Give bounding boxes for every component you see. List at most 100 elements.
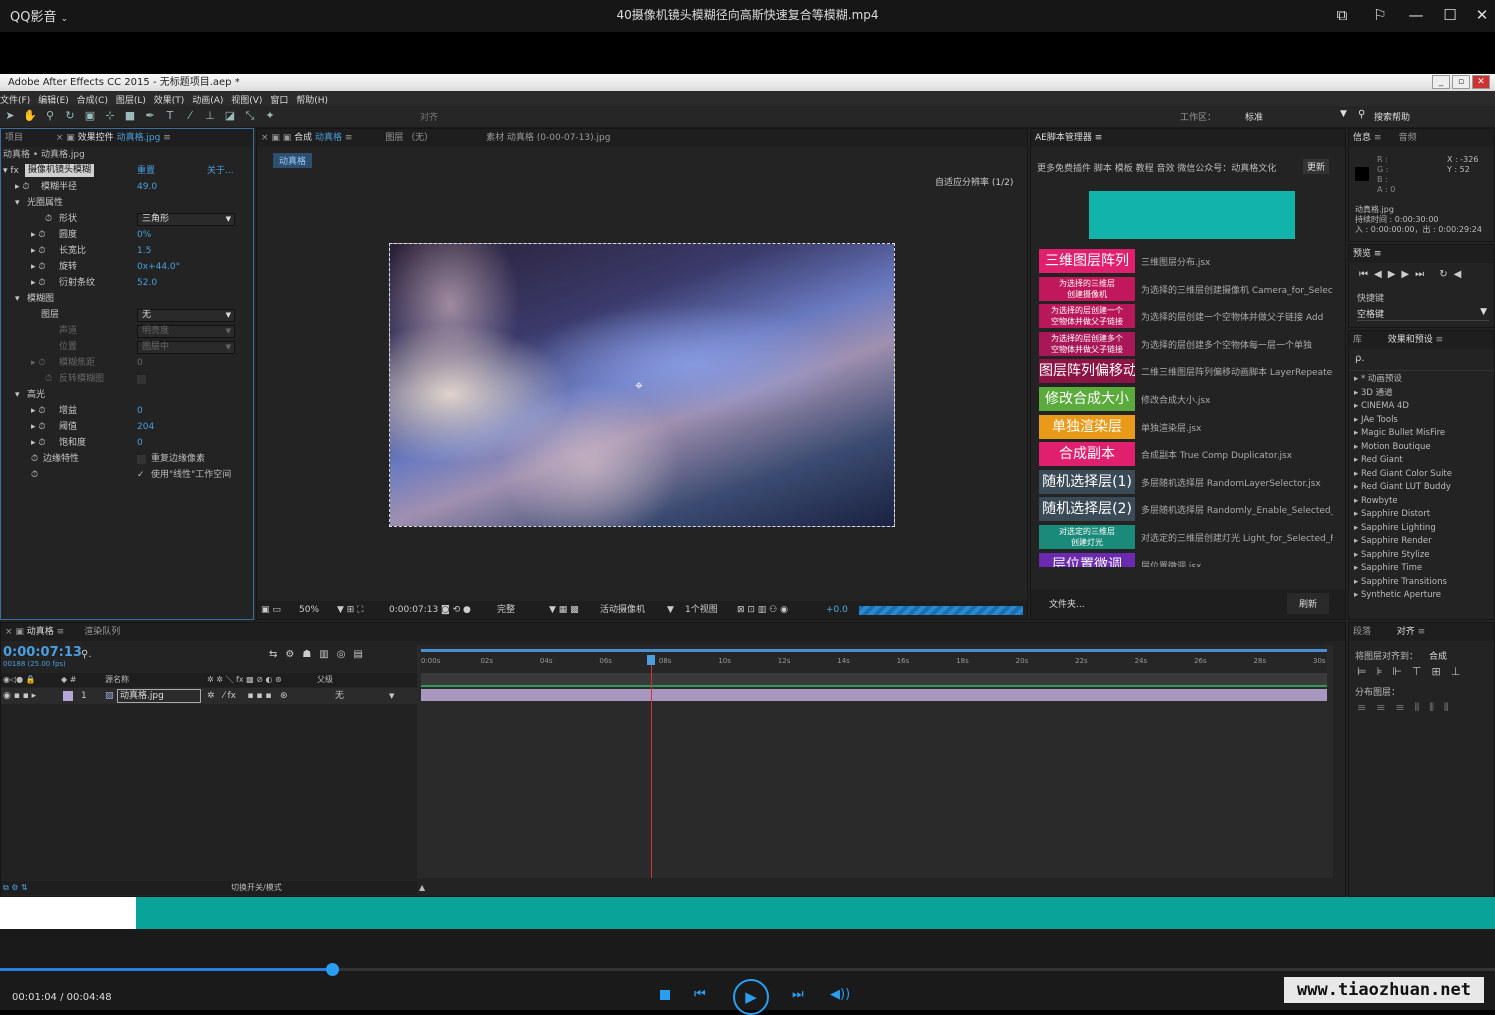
- rotation-value[interactable]: 0x+44.0°: [137, 259, 180, 275]
- effects-category[interactable]: ▸ JAe Tools: [1349, 414, 1494, 428]
- seek-bar[interactable]: [0, 968, 1495, 971]
- group-highlight[interactable]: ▾ 高光: [1, 387, 253, 403]
- pen-tool-icon[interactable]: ✒: [143, 109, 157, 123]
- script-button[interactable]: 修改合成大小: [1039, 386, 1135, 411]
- layer-label-color[interactable]: [63, 691, 73, 701]
- tab-paragraph[interactable]: 段落: [1353, 627, 1371, 637]
- effects-category[interactable]: ▸ Red Giant LUT Buddy: [1349, 481, 1494, 495]
- camera-select[interactable]: 活动摄像机: [600, 601, 645, 619]
- effect-name[interactable]: 摄像机镜头模糊: [25, 164, 95, 177]
- zoom-tool-icon[interactable]: ⚲: [43, 109, 57, 123]
- timeline-timecode[interactable]: 0:00:07:13: [3, 645, 82, 660]
- reset-link[interactable]: 重置: [137, 163, 155, 179]
- tab-info[interactable]: 信息: [1353, 133, 1371, 143]
- tab-layer[interactable]: 图层 （无）: [385, 133, 433, 143]
- menu-effect[interactable]: 效果(T): [154, 93, 185, 106]
- chevron-down-icon[interactable]: ▼: [389, 688, 394, 704]
- minimize-icon[interactable]: —: [1402, 3, 1430, 27]
- effects-category[interactable]: ▸ Red Giant Color Suite: [1349, 468, 1494, 482]
- menu-layer[interactable]: 图层(L): [116, 93, 146, 106]
- script-button[interactable]: 随机选择层(2): [1039, 497, 1135, 522]
- quality-select[interactable]: 完整: [497, 601, 515, 619]
- menu-file[interactable]: 文件(F): [0, 93, 30, 106]
- update-button[interactable]: 更新: [1303, 159, 1330, 174]
- tab-library[interactable]: 库: [1353, 335, 1362, 345]
- threshold-value[interactable]: 204: [137, 419, 154, 435]
- tab-audio[interactable]: 音频: [1399, 133, 1417, 143]
- tab-composition[interactable]: 合成: [294, 133, 312, 143]
- menu-edit[interactable]: 编辑(E): [38, 93, 69, 106]
- snapping-label[interactable]: 对齐: [420, 110, 438, 123]
- effects-category[interactable]: ▸ Sapphire Lighting: [1349, 522, 1494, 536]
- script-button[interactable]: 单独渲染层: [1039, 414, 1135, 439]
- aspect-value[interactable]: 1.5: [137, 243, 151, 259]
- tab-align[interactable]: 对齐: [1397, 627, 1415, 637]
- snapshot-icon[interactable]: ◙ ⟲ ●: [441, 601, 471, 619]
- layer-row[interactable]: ◉ ▪ ▪ ▸ 1 ▧ 动真格.jpg ✲ ⁄ fx ▪ ▪ ▪ ⊛ 无 ▼: [1, 688, 417, 704]
- exposure-value[interactable]: +0.0: [826, 601, 848, 619]
- tab-render-queue[interactable]: 渲染队列: [84, 627, 120, 637]
- refresh-button[interactable]: 刷新: [1287, 593, 1330, 614]
- comp-flowchart-icon[interactable]: ⧉ ⚙ ⇅: [3, 881, 28, 895]
- playhead-handle[interactable]: [646, 655, 655, 665]
- tab-timeline-comp[interactable]: 动真格: [27, 627, 54, 637]
- layer-name[interactable]: 动真格.jpg: [117, 689, 201, 703]
- tab-effect-controls[interactable]: 效果控件: [78, 133, 114, 143]
- shortcut-select[interactable]: 空格键 ▼: [1357, 307, 1489, 321]
- previous-icon[interactable]: ⏮: [694, 987, 706, 1002]
- effects-category[interactable]: ▸ 3D 通道: [1349, 387, 1494, 401]
- edge-checkbox[interactable]: [137, 455, 146, 464]
- col-parent[interactable]: 父级: [317, 673, 333, 687]
- saturation-value[interactable]: 0: [137, 435, 143, 451]
- search-icon[interactable]: ⚲.: [81, 649, 92, 660]
- script-button[interactable]: 为选择的层创建一个 空物体并做父子链接: [1039, 304, 1135, 329]
- effects-category[interactable]: ▸ Sapphire Transitions: [1349, 576, 1494, 590]
- script-button[interactable]: 合成副本: [1039, 442, 1135, 467]
- next-icon[interactable]: ⏭: [792, 987, 804, 1002]
- effects-category[interactable]: ▸ Sapphire Distort: [1349, 508, 1494, 522]
- pin-icon[interactable]: ⚐: [1366, 3, 1394, 27]
- stop-icon[interactable]: [660, 990, 670, 1000]
- brush-tool-icon[interactable]: ⁄: [183, 109, 197, 123]
- toggle-switches-modes[interactable]: 切换开关/模式: [231, 881, 282, 895]
- layer-duration-bar[interactable]: [421, 689, 1327, 701]
- chevron-down-icon[interactable]: ▼: [667, 601, 674, 619]
- script-button[interactable]: 对选定的三维层 创建灯光: [1039, 524, 1135, 549]
- views-select[interactable]: 1个视图: [685, 601, 718, 619]
- distribute-buttons[interactable]: ≡≡≡⫴⫴⫴: [1357, 701, 1459, 715]
- work-area-bar[interactable]: [421, 649, 1327, 652]
- tab-footage[interactable]: 素材 动真格 (0-00-07-13).jpg: [486, 133, 610, 143]
- tab-effects-presets[interactable]: 效果和预设: [1388, 335, 1433, 345]
- gain-value[interactable]: 0: [137, 403, 143, 419]
- effects-search-input[interactable]: ρ.: [1349, 349, 1494, 371]
- script-button[interactable]: 为选择的三维层 创建摄像机: [1039, 276, 1135, 301]
- zoom-select[interactable]: 50%: [299, 601, 319, 619]
- clone-stamp-icon[interactable]: ⊥: [203, 109, 217, 123]
- parent-select[interactable]: 无: [335, 688, 344, 704]
- comp-nav-label[interactable]: 动真格: [273, 153, 313, 168]
- chevron-down-icon[interactable]: ▼: [1340, 109, 1347, 119]
- anchor-point-icon[interactable]: ⌖: [635, 378, 643, 394]
- script-button[interactable]: 为选择的层创建多个 空物体并做父子链接: [1039, 331, 1135, 356]
- effects-category[interactable]: ▸ Sapphire Stylize: [1349, 549, 1494, 563]
- seek-handle[interactable]: [325, 963, 339, 976]
- timeline-switches-icons[interactable]: ⇆⚙☗▥◎▤: [269, 649, 371, 660]
- playhead[interactable]: [650, 655, 652, 878]
- menu-composition[interactable]: 合成(C): [77, 93, 108, 106]
- preview-controls[interactable]: ⏮◀▶▶⏭ ↻◀: [1359, 269, 1467, 280]
- shape-select[interactable]: 三角形: [137, 213, 235, 226]
- viewer-timecode[interactable]: 0:00:07:13: [389, 601, 438, 619]
- puppet-pin-icon[interactable]: ✦: [263, 109, 277, 123]
- type-tool-icon[interactable]: T: [163, 109, 177, 123]
- hand-tool-icon[interactable]: ✋: [23, 109, 37, 123]
- roto-brush-icon[interactable]: ⤡: [243, 109, 257, 123]
- effects-category[interactable]: ▸ Red Giant: [1349, 454, 1494, 468]
- group-blur-map[interactable]: ▾ 模糊图: [1, 291, 253, 307]
- script-button[interactable]: 三维图层阵列: [1039, 249, 1135, 273]
- ae-minimize-icon[interactable]: _: [1432, 75, 1450, 89]
- blur-radius-value[interactable]: 49.0: [137, 179, 157, 195]
- menu-animation[interactable]: 动画(A): [192, 93, 223, 106]
- ae-maximize-icon[interactable]: ▫: [1452, 75, 1470, 89]
- col-source-name[interactable]: 源名称: [105, 673, 129, 687]
- close-icon[interactable]: ✕: [1468, 3, 1495, 27]
